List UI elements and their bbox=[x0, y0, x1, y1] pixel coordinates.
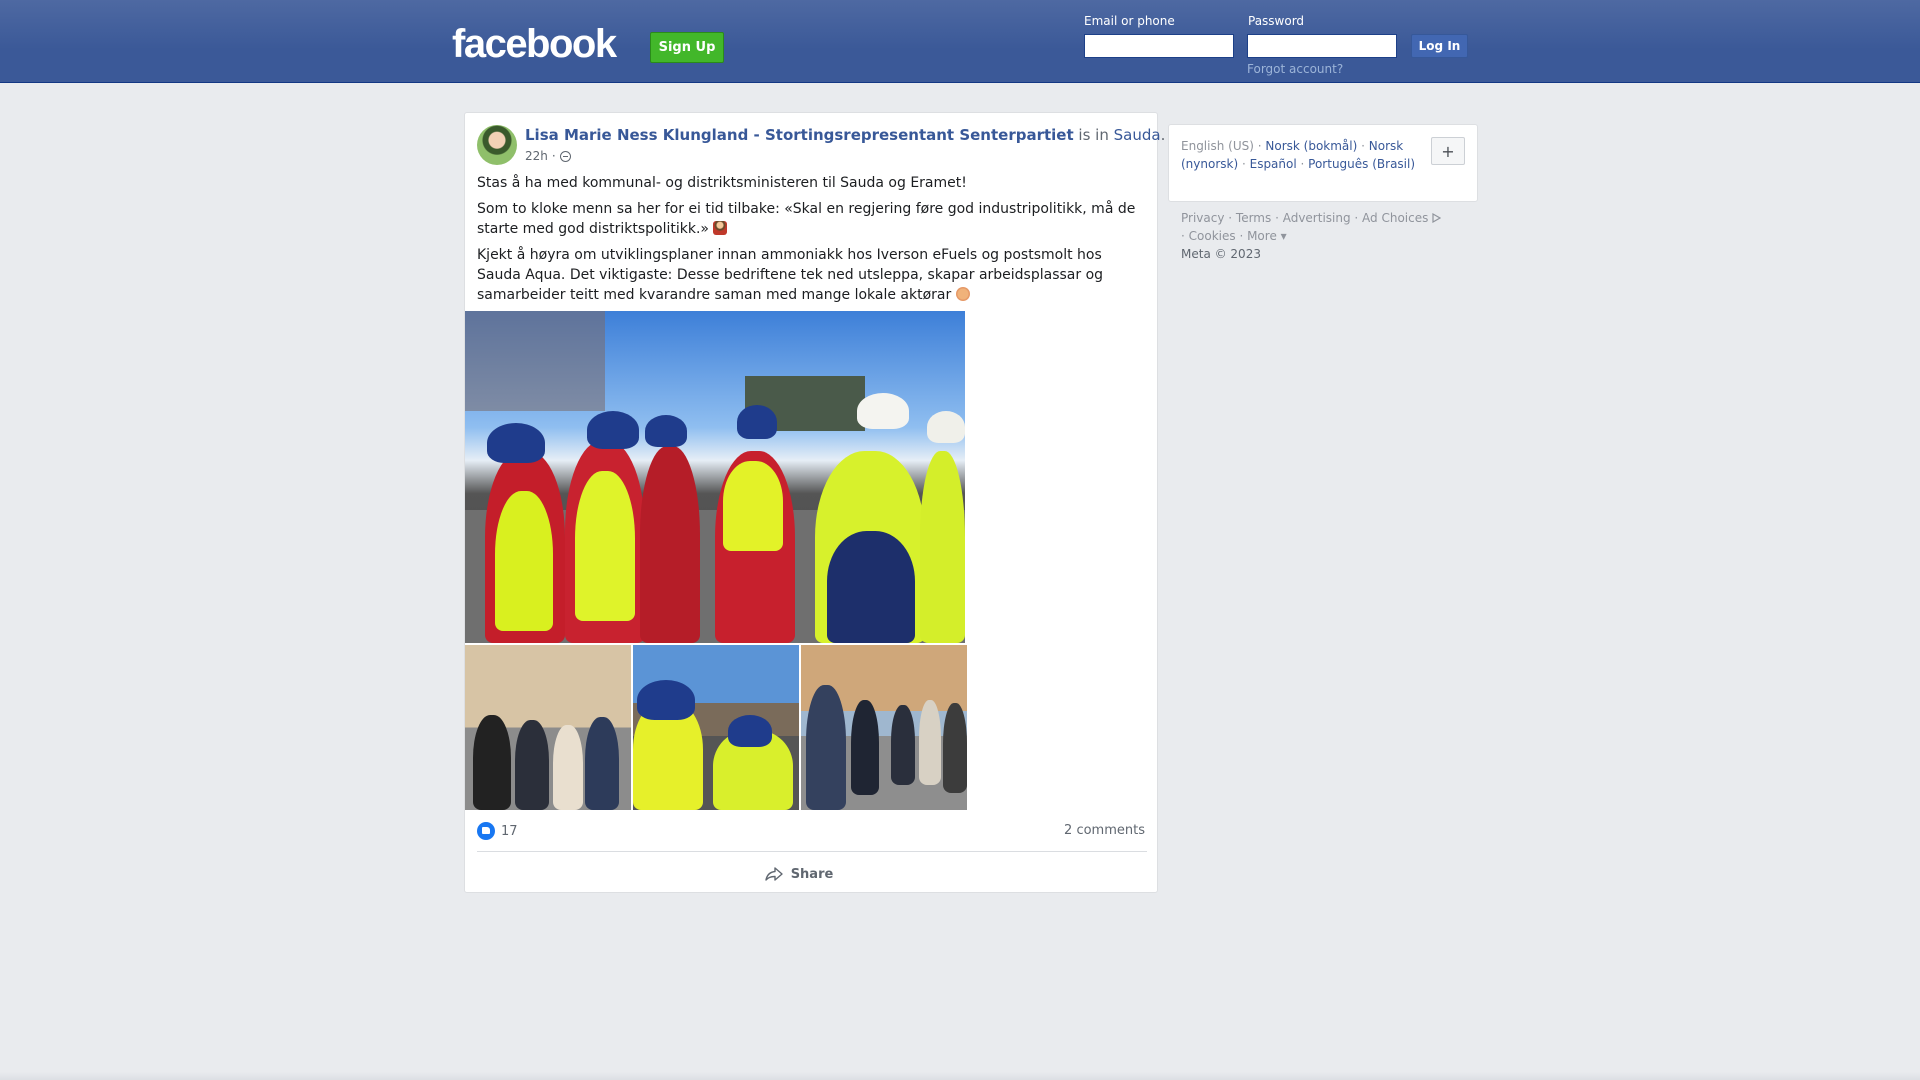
post-photo-thumb-2[interactable] bbox=[633, 645, 799, 810]
ad-choices-icon bbox=[1432, 213, 1442, 223]
language-link[interactable]: Español bbox=[1250, 157, 1297, 171]
forgot-account-link[interactable]: Forgot account? bbox=[1247, 62, 1343, 76]
reaction-count[interactable]: 17 bbox=[501, 824, 518, 839]
farmer-emoji-icon bbox=[713, 221, 728, 235]
footer-link-privacy[interactable]: Privacy bbox=[1181, 211, 1224, 225]
location-prefix: is in bbox=[1078, 126, 1109, 144]
avatar[interactable] bbox=[477, 125, 517, 165]
helmet-shape bbox=[737, 405, 777, 439]
log-in-button[interactable]: Log In bbox=[1411, 34, 1468, 58]
language-link[interactable]: Português (Brasil) bbox=[1308, 157, 1415, 171]
footer-link-cookies[interactable]: Cookies bbox=[1189, 229, 1236, 243]
footer-link-ad-choices[interactable]: Ad Choices bbox=[1362, 211, 1428, 225]
post-card: Lisa Marie Ness Klungland - Stortingsrep… bbox=[464, 112, 1165, 893]
post-body: Stas å ha med kommunal- og distriktsmini… bbox=[477, 173, 1147, 311]
person-figure bbox=[851, 700, 879, 795]
email-label: Email or phone bbox=[1084, 14, 1175, 28]
person-figure bbox=[473, 715, 511, 810]
person-figure bbox=[806, 685, 846, 810]
person-figure bbox=[640, 446, 700, 643]
meta-separator: · bbox=[551, 149, 556, 163]
vest-figure bbox=[575, 471, 635, 621]
top-bar: facebook Sign Up Email or phone Password… bbox=[0, 0, 1920, 83]
share-icon bbox=[764, 867, 783, 881]
post-photo-thumb-1[interactable] bbox=[465, 645, 631, 810]
person-figure bbox=[585, 717, 619, 810]
helmet-shape bbox=[728, 715, 772, 747]
white-helmet-shape bbox=[857, 393, 909, 429]
more-languages-button[interactable]: + bbox=[1431, 137, 1465, 165]
post-paragraph: Stas å ha med kommunal- og distriktsmini… bbox=[477, 175, 967, 191]
password-input[interactable] bbox=[1247, 34, 1397, 58]
reactions-summary: 17 bbox=[477, 822, 518, 840]
worker-figure bbox=[920, 451, 965, 643]
share-button[interactable]: Share bbox=[729, 860, 869, 888]
language-selector: English (US) · Norsk (bokmål) · Norsk (n… bbox=[1168, 124, 1478, 202]
building-shape bbox=[465, 311, 605, 411]
page-bottom-edge bbox=[0, 1072, 1920, 1080]
post-photo-main[interactable] bbox=[465, 311, 965, 643]
footer-links: Privacy · Terms · Advertising · Ad Choic… bbox=[1181, 209, 1481, 263]
sign-up-button[interactable]: Sign Up bbox=[650, 32, 724, 63]
post-meta: 22h · bbox=[525, 149, 571, 163]
like-reaction-icon[interactable] bbox=[477, 822, 495, 840]
footer-link-terms[interactable]: Terms bbox=[1236, 211, 1271, 225]
language-link[interactable]: Norsk (bokmål) bbox=[1265, 139, 1357, 153]
helmet-shape bbox=[587, 411, 639, 449]
caret-down-icon: ▾ bbox=[1280, 229, 1287, 243]
language-list: English (US) · Norsk (bokmål) · Norsk (n… bbox=[1181, 139, 1416, 171]
post-photo-thumb-3[interactable] bbox=[801, 645, 967, 810]
post-actions-divider bbox=[477, 851, 1147, 852]
comments-count-link[interactable]: 2 comments bbox=[1064, 823, 1145, 838]
location-link[interactable]: Sauda bbox=[1114, 126, 1161, 144]
post-paragraph: Kjekt å høyra om utviklingsplaner innan … bbox=[477, 247, 1104, 303]
footer-link-advertising[interactable]: Advertising bbox=[1283, 211, 1351, 225]
post-timestamp[interactable]: 22h bbox=[525, 149, 548, 163]
handshake-emoji-icon bbox=[955, 287, 970, 301]
vest-figure bbox=[723, 461, 783, 551]
person-figure bbox=[943, 703, 967, 793]
post-author-link[interactable]: Lisa Marie Ness Klungland - Stortingsrep… bbox=[525, 126, 1074, 144]
language-current[interactable]: English (US) bbox=[1181, 139, 1254, 153]
post-header: Lisa Marie Ness Klungland - Stortingsrep… bbox=[525, 126, 1165, 144]
helmet-shape bbox=[487, 423, 545, 463]
helmet-shape bbox=[645, 415, 687, 447]
person-figure bbox=[891, 705, 915, 785]
share-label: Share bbox=[790, 866, 834, 882]
person-figure bbox=[515, 720, 549, 810]
copyright: Meta © 2023 bbox=[1181, 247, 1261, 261]
helmet-shape bbox=[637, 680, 695, 720]
vest-figure bbox=[495, 491, 553, 631]
person-figure bbox=[919, 700, 941, 785]
white-helmet-shape bbox=[927, 411, 965, 443]
person-figure bbox=[553, 725, 583, 810]
location-period: . bbox=[1160, 126, 1166, 144]
globe-icon bbox=[559, 150, 571, 162]
email-input[interactable] bbox=[1084, 34, 1234, 58]
trousers-shape bbox=[827, 531, 915, 643]
post-paragraph: Som to kloke menn sa her for ei tid tilb… bbox=[477, 201, 1136, 237]
footer-link-more[interactable]: More bbox=[1247, 229, 1277, 243]
password-label: Password bbox=[1248, 14, 1305, 28]
facebook-logo[interactable]: facebook bbox=[452, 22, 617, 67]
